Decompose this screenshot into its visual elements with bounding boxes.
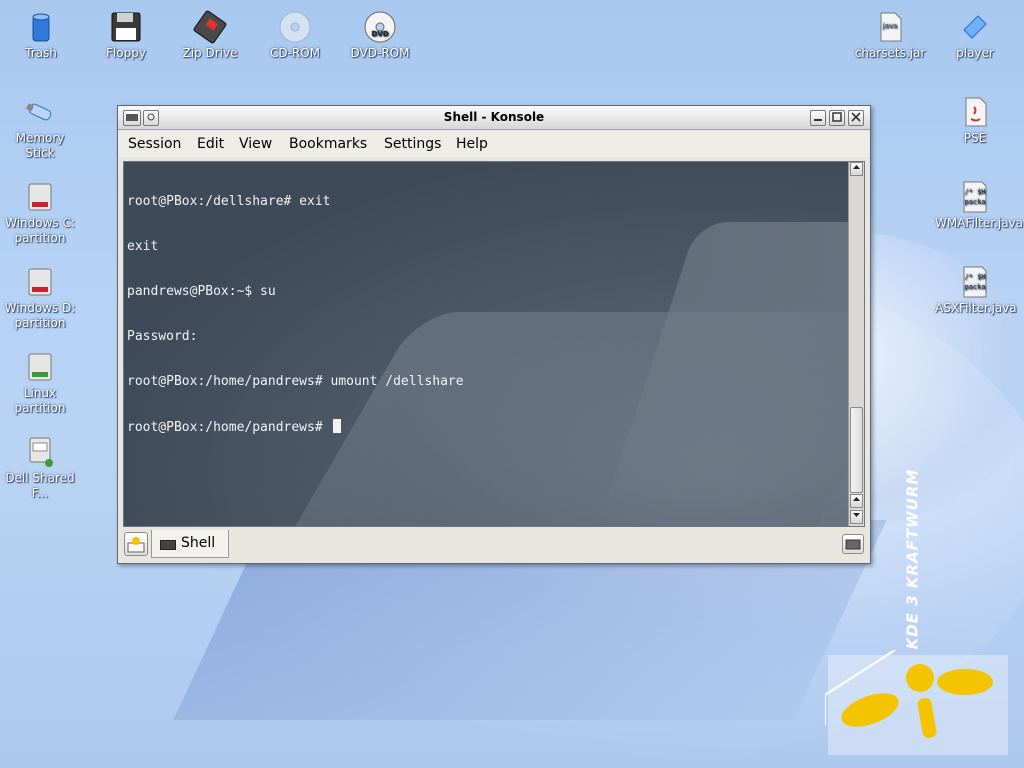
scroll-thumb[interactable] bbox=[850, 407, 863, 493]
desktop-icon-linux[interactable]: Linux partition bbox=[0, 350, 80, 416]
terminal-scrollbar[interactable] bbox=[848, 162, 864, 526]
wallpaper-brand-text: KDE 3 KRAFTWURM bbox=[903, 468, 922, 650]
network-drive-icon bbox=[29, 437, 53, 467]
session-tabbar: Shell bbox=[118, 529, 870, 563]
kde-logo-icon bbox=[825, 650, 1008, 755]
scroll-down-button[interactable] bbox=[850, 510, 863, 524]
konsole-window: Shell - Konsole Session Edit View Bookma… bbox=[117, 105, 871, 564]
maximize-button[interactable] bbox=[829, 110, 845, 126]
terminal-output: root@PBox:/dellshare# exit exit pandrews… bbox=[127, 164, 847, 464]
hard-drive-icon bbox=[28, 353, 52, 381]
desktop-icon-zip-drive[interactable]: Zip Drive bbox=[170, 10, 250, 61]
terminal-line: root@PBox:/dellshare# exit bbox=[127, 194, 331, 209]
scroll-up-button[interactable] bbox=[850, 162, 863, 176]
player-icon bbox=[963, 15, 987, 39]
menu-settings[interactable]: Settings bbox=[384, 136, 441, 152]
desktop-icon-dvdrom[interactable]: DVD DVD-ROM bbox=[340, 10, 420, 61]
menu-edit[interactable]: Edit bbox=[197, 136, 224, 152]
java-source-icon: /* $H packa bbox=[963, 181, 987, 213]
close-icon bbox=[851, 112, 861, 122]
arrow-down-icon bbox=[853, 513, 860, 517]
desktop-icon-wmafilter[interactable]: /* $H packa WMAFilter.java bbox=[935, 180, 1023, 231]
desktop-icon-dell-shared[interactable]: Dell Shared F... bbox=[0, 435, 80, 501]
tab-label: Shell bbox=[181, 535, 216, 551]
terminal-line: pandrews@PBox:~$ su bbox=[127, 284, 276, 299]
zip-drive-icon bbox=[193, 10, 227, 44]
dvdrom-icon: DVD bbox=[364, 11, 396, 43]
desktop-icon-player[interactable]: player bbox=[935, 10, 1015, 61]
window-titlebar[interactable]: Shell - Konsole bbox=[118, 106, 870, 130]
menu-session[interactable]: Session bbox=[128, 136, 181, 152]
menu-view[interactable]: View bbox=[239, 136, 272, 152]
svg-text:/* $H: /* $H bbox=[964, 188, 985, 196]
tab-shell[interactable]: Shell bbox=[151, 530, 229, 558]
desktop-icon-floppy[interactable]: Floppy bbox=[86, 10, 166, 61]
desktop-icon-memory-stick[interactable]: Memory Stick bbox=[0, 95, 80, 161]
minimize-button[interactable] bbox=[810, 110, 826, 126]
desktop-icon-trash[interactable]: Trash bbox=[1, 10, 81, 61]
window-title: Shell - Konsole bbox=[443, 110, 545, 124]
arrow-up-icon bbox=[853, 165, 860, 169]
desktop-icon-charsets-jar[interactable]: java charsets.jar bbox=[850, 10, 930, 61]
cdrom-icon bbox=[279, 11, 311, 43]
floppy-icon bbox=[111, 12, 141, 42]
terminal-prompt-line: root@PBox:/home/pandrews# bbox=[127, 419, 847, 435]
close-session-icon bbox=[845, 539, 861, 550]
maximize-icon bbox=[832, 112, 842, 122]
java-icon bbox=[965, 97, 987, 127]
hard-drive-icon bbox=[28, 183, 52, 211]
svg-text:packa: packa bbox=[964, 198, 985, 206]
terminal-icon bbox=[160, 540, 176, 550]
wallpaper-brand: KDE 3 KRAFTWURM bbox=[884, 468, 944, 660]
terminal-line: root@PBox:/home/pandrews# umount /dellsh… bbox=[127, 374, 464, 389]
jar-file-icon: java bbox=[880, 12, 902, 42]
terminal-line: Password: bbox=[127, 329, 198, 344]
desktop-icon-windows-d[interactable]: Windows D: partition bbox=[0, 265, 80, 331]
terminal-cursor bbox=[332, 419, 341, 433]
minimize-icon bbox=[814, 119, 822, 121]
java-source-icon: /* $H packa bbox=[963, 266, 987, 298]
svg-text:packa: packa bbox=[964, 283, 985, 291]
svg-text:/* $H: /* $H bbox=[964, 273, 985, 281]
terminal-line: exit bbox=[127, 239, 159, 254]
menubar: Session Edit View Bookmarks Settings Hel… bbox=[118, 131, 870, 157]
close-session-button[interactable] bbox=[842, 534, 864, 554]
scroll-up-button-lower[interactable] bbox=[850, 494, 863, 508]
new-session-icon bbox=[127, 537, 145, 553]
terminal-view[interactable]: root@PBox:/dellshare# exit exit pandrews… bbox=[123, 161, 865, 527]
terminal-prompt: root@PBox:/home/pandrews# bbox=[127, 420, 331, 435]
hard-drive-icon bbox=[28, 268, 52, 296]
arrow-up-icon bbox=[853, 497, 860, 501]
menu-bookmarks[interactable]: Bookmarks bbox=[289, 136, 367, 152]
usb-stick-icon bbox=[26, 103, 52, 121]
svg-text:DVD: DVD bbox=[371, 30, 388, 38]
desktop-icon-windows-c[interactable]: Windows C: partition bbox=[0, 180, 80, 246]
trash-icon bbox=[32, 13, 50, 42]
svg-text:java: java bbox=[882, 22, 898, 30]
new-session-button[interactable] bbox=[124, 532, 148, 556]
desktop-icon-asxfilter[interactable]: /* $H packa ASXFilter.java bbox=[935, 265, 1017, 316]
desktop-icon-pse[interactable]: PSE bbox=[935, 95, 1015, 146]
close-button[interactable] bbox=[848, 110, 864, 126]
desktop-icon-cdrom[interactable]: CD-ROM bbox=[255, 10, 335, 61]
menu-help[interactable]: Help bbox=[456, 136, 488, 152]
